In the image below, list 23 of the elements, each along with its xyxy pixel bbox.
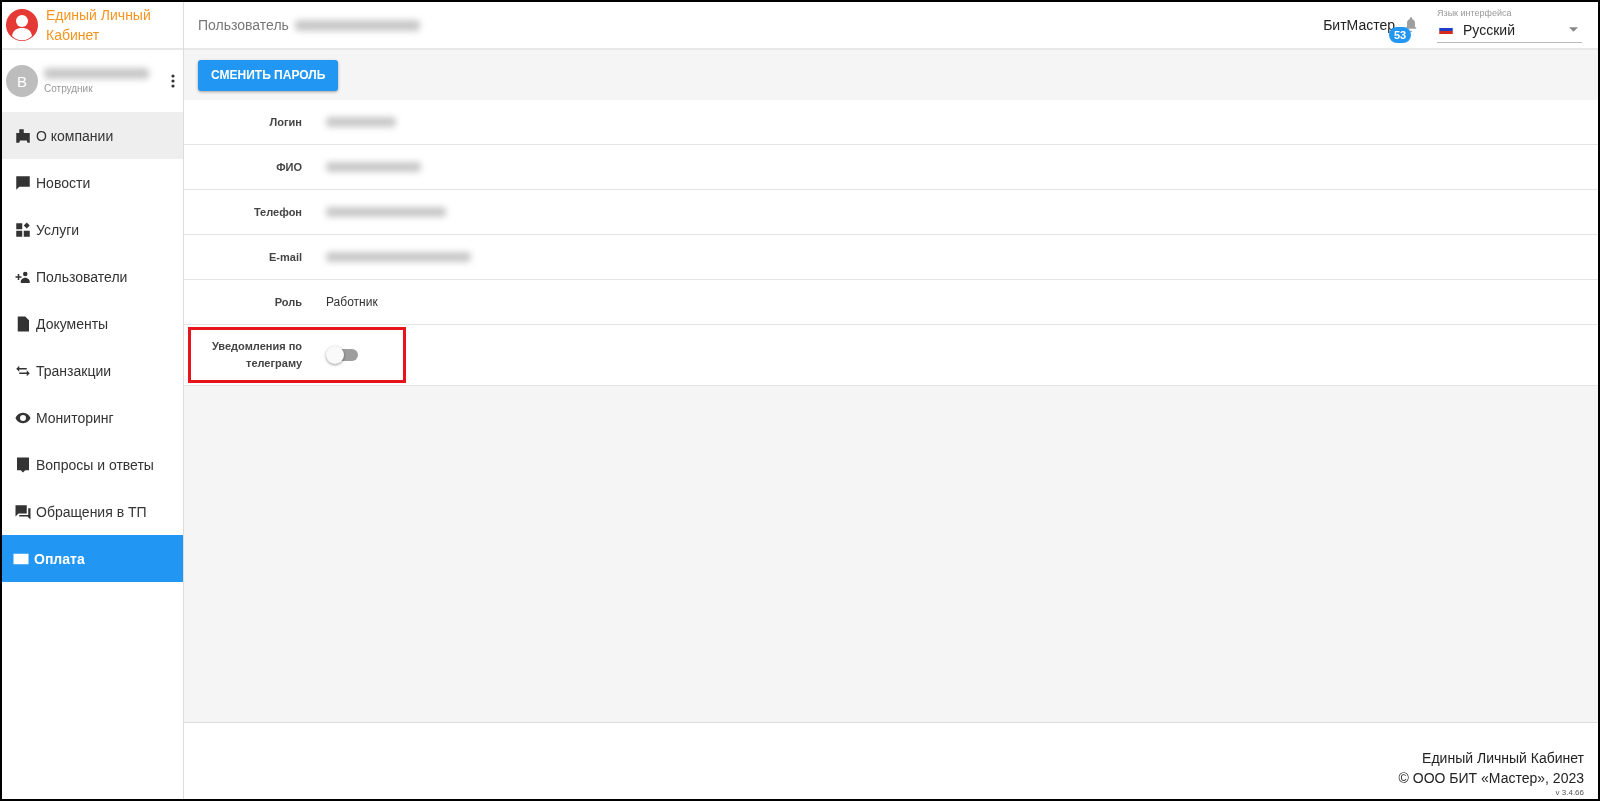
toggle-switch[interactable] [326,346,360,364]
user-label: Пользователь [198,17,289,33]
copyright-text: © ООО БИТ «Мастер», 2023 [1398,769,1584,788]
user-role: Сотрудник [44,83,94,94]
version-text: v 3.4.66 [1555,788,1584,797]
language-label: Язык интерфейса [1437,7,1513,18]
flag-icon [1439,25,1453,34]
widgets-icon [14,220,32,239]
chat-bubbles-icon [14,502,32,521]
field-label: ФИО [275,159,302,175]
caret-icon [1569,27,1578,32]
footer-title: Единый Личный Кабинет [1422,749,1584,768]
field-label: E-mail [268,249,302,265]
field-value: Работник [326,295,378,309]
sidebar-item[interactable]: О компании [2,112,183,159]
more-icon[interactable] [171,74,175,88]
avatar: B [6,65,38,97]
language-select[interactable]: Русский [1437,17,1582,43]
field-label: Роль [273,294,302,310]
field-label: Телефон [252,204,302,220]
field-label: Уведомления по телеграму [210,339,302,371]
field-label: Логин [268,114,302,130]
user-logo-icon [6,9,38,41]
